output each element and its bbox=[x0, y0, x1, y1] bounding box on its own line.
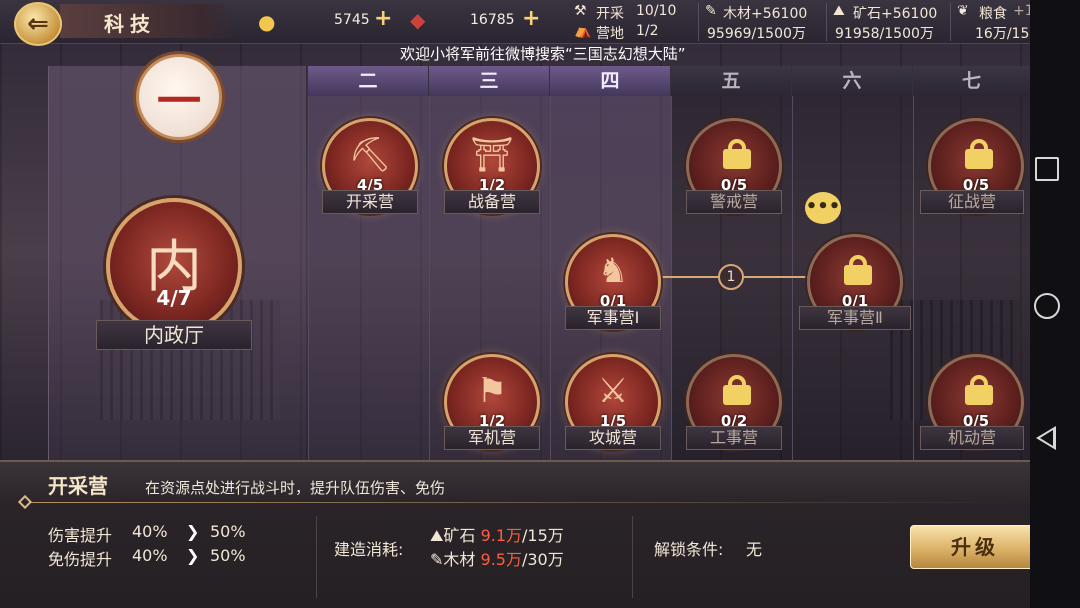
node-name-neizheng: 内政厅 bbox=[96, 320, 252, 350]
unlock-label: 解锁条件: bbox=[654, 540, 724, 559]
ore-label: 矿石+56100 bbox=[853, 6, 938, 22]
stat1-to: 50% bbox=[210, 522, 246, 541]
wood-value: 95969/1500万 bbox=[707, 26, 806, 42]
war-tent-icon: ⚑ bbox=[476, 371, 508, 411]
node-name-zhanbei: 战备营 bbox=[444, 190, 540, 214]
page-title: 科技 bbox=[104, 12, 156, 36]
fortress-icon: ⛩ bbox=[470, 135, 514, 175]
back-arrow-icon: ⇐ bbox=[27, 9, 49, 39]
stat2-label: 免伤提升 bbox=[48, 550, 113, 569]
lock-icon bbox=[965, 139, 993, 169]
cost-wood: ✎木材 9.5万/30万 bbox=[430, 550, 564, 569]
arrow-right-icon: ❯ bbox=[186, 522, 200, 541]
camp-label: 营地 bbox=[596, 26, 624, 42]
node-count: 4/7 bbox=[156, 286, 192, 310]
node-name-jidong: 机动营 bbox=[920, 426, 1024, 450]
detail-title: 开采营 bbox=[48, 474, 108, 498]
node-name-gongshi: 工事营 bbox=[686, 426, 782, 450]
node-name-junji: 军机营 bbox=[444, 426, 540, 450]
back-triangle-icon[interactable] bbox=[1036, 426, 1056, 450]
separator bbox=[632, 516, 633, 598]
node-name-gongcheng: 攻城营 bbox=[565, 426, 661, 450]
node-name-junshi1: 军事营Ⅰ bbox=[565, 306, 661, 330]
miner-icon: ⛏ bbox=[348, 135, 392, 175]
node-name-junshi2: 军事营Ⅱ bbox=[799, 306, 911, 330]
tier-badge-1[interactable]: 一 bbox=[136, 54, 222, 140]
wood-label: 木材+56100 bbox=[723, 6, 808, 22]
camp-value: 1/2 bbox=[636, 23, 659, 39]
food-label: 粮食 bbox=[979, 6, 1007, 22]
stat2-from: 40% bbox=[132, 546, 168, 565]
ore-value: 91958/1500万 bbox=[835, 26, 934, 42]
announcement-text: 欢迎小将军前往微博搜索“三国志幻想大陆” bbox=[400, 45, 686, 63]
divider-diamond-icon bbox=[17, 494, 33, 510]
cost-wood-need: /30万 bbox=[521, 550, 564, 569]
tier-header-2[interactable]: 二 bbox=[308, 66, 428, 96]
lock-icon bbox=[723, 375, 751, 405]
stat2-to: 50% bbox=[210, 546, 246, 565]
gold-ingot-icon: ● bbox=[258, 10, 276, 34]
cost-label: 建造消耗: bbox=[334, 540, 404, 559]
horse-icon: ♞ bbox=[597, 251, 629, 291]
tier-header-6[interactable]: 六 bbox=[792, 66, 912, 96]
mining-label: 开采 bbox=[596, 6, 624, 22]
connector-badge: 1 bbox=[718, 264, 744, 290]
ore-info: ⛰ 矿石+56100 91958/1500万 bbox=[826, 3, 948, 42]
detail-panel: 开采营 在资源点处进行战斗时，提升队伍伤害、免伤 伤害提升 40% ❯ 50% … bbox=[0, 460, 1040, 608]
arrow-right-icon: ❯ bbox=[186, 546, 200, 565]
ore-icon: ⛰ bbox=[833, 3, 845, 19]
tier-badge-label: 一 bbox=[157, 76, 201, 127]
food-info: ❦ 粮食 +1440 16万/150万 bbox=[950, 3, 1060, 42]
cost-ore-have: 9.1万 bbox=[480, 526, 523, 545]
token-add-button[interactable]: + bbox=[522, 6, 540, 31]
wood-info: ✎ 木材+56100 95969/1500万 bbox=[698, 3, 824, 42]
upgrade-button[interactable]: 升级 bbox=[910, 525, 1040, 569]
back-button[interactable]: ⇐ bbox=[14, 2, 62, 46]
tech-node-neizheng[interactable]: 内 4/7 bbox=[106, 198, 242, 334]
unlock-value: 无 bbox=[746, 540, 763, 559]
tier-header-5[interactable]: 五 bbox=[671, 66, 791, 96]
separator bbox=[316, 516, 317, 598]
tier-header-4[interactable]: 四 bbox=[550, 66, 670, 96]
food-icon: ❦ bbox=[957, 3, 969, 19]
siege-engine-icon: ⚔ bbox=[597, 371, 629, 411]
wood-icon: ✎ bbox=[705, 3, 717, 19]
lock-icon bbox=[965, 375, 993, 405]
wood-icon: ✎ bbox=[430, 550, 444, 569]
lock-icon bbox=[723, 139, 751, 169]
node-name-zhengzhan: 征战营 bbox=[920, 190, 1024, 214]
mining-icon: ⚒ bbox=[574, 3, 587, 19]
token-icon: ◆ bbox=[410, 8, 426, 32]
cost-wood-have: 9.5万 bbox=[480, 550, 522, 569]
tier-header-7[interactable]: 七 bbox=[913, 66, 1030, 96]
node-name-kaicai: 开采营 bbox=[322, 190, 418, 214]
stat1-from: 40% bbox=[132, 522, 168, 541]
recent-apps-icon[interactable] bbox=[1035, 157, 1059, 181]
lock-icon bbox=[844, 255, 872, 285]
camp-icon: ⛺ bbox=[574, 23, 592, 39]
token-amount: 16785 bbox=[470, 12, 515, 28]
ore-icon: ⛰ bbox=[430, 526, 444, 545]
mining-camp-info: ⚒ 开采 10/10 ⛺ 营地 1/2 bbox=[566, 3, 698, 42]
chat-bubble-icon[interactable]: ••• bbox=[805, 192, 841, 224]
gold-amount: 5745 bbox=[334, 12, 370, 28]
divider bbox=[22, 502, 1022, 503]
cost-ore-need: /15万 bbox=[522, 526, 564, 545]
tech-screen: { "header":{"title":"科技"}, "resources":{… bbox=[0, 0, 1080, 608]
stat1-label: 伤害提升 bbox=[48, 526, 113, 545]
gold-add-button[interactable]: + bbox=[374, 6, 392, 31]
node-name-jingjie: 警戒营 bbox=[686, 190, 782, 214]
cost-ore: ⛰矿石 9.1万/15万 bbox=[430, 526, 564, 545]
home-icon[interactable] bbox=[1034, 293, 1060, 319]
mining-value: 10/10 bbox=[636, 3, 677, 19]
tier-header-3[interactable]: 三 bbox=[429, 66, 549, 96]
detail-description: 在资源点处进行战斗时，提升队伍伤害、免伤 bbox=[145, 479, 446, 497]
